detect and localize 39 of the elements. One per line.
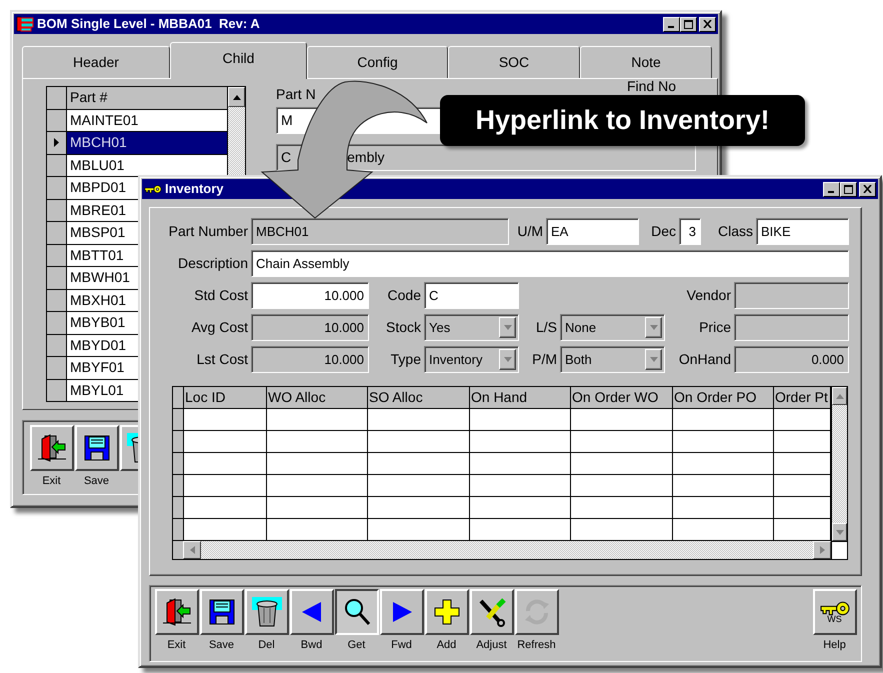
field-text: embly <box>347 148 384 166</box>
button-caption: Exit <box>167 639 186 652</box>
button-caption: Adjust <box>476 639 507 652</box>
button-caption: Help <box>823 639 846 652</box>
window-title: Inventory <box>165 181 224 197</box>
window-title: BOM Single Level - MBBA01 Rev: A <box>37 16 260 32</box>
field-label: Code <box>386 287 421 304</box>
button-caption: Add <box>436 639 456 652</box>
button-caption: Get <box>348 639 366 652</box>
button-caption: Save <box>208 639 234 652</box>
field-label: Stock <box>384 319 421 336</box>
field-label: Dec <box>650 223 676 240</box>
field-label: Price <box>698 319 731 336</box>
callout-banner: Hyperlink to Inventory! <box>440 95 805 146</box>
field-label: P/M <box>531 351 557 368</box>
field-label: Find No <box>626 78 676 96</box>
field-label: L/S <box>534 319 557 336</box>
button-caption: Save <box>84 475 110 488</box>
button-caption: Refresh <box>517 639 556 652</box>
field-label: Part N <box>276 86 316 103</box>
field-text: None <box>565 320 596 336</box>
field-label: Type <box>390 351 421 368</box>
button-caption: Bwd <box>300 639 322 652</box>
field-text: Inventory <box>429 352 482 368</box>
field-text: Both <box>565 352 592 368</box>
button-caption: Fwd <box>391 639 412 652</box>
field-label: Class <box>716 223 753 240</box>
button-caption: Del <box>258 639 275 652</box>
field-text: Yes <box>429 320 450 336</box>
field-label: Vendor <box>686 287 731 304</box>
field-label: U/M <box>516 223 543 240</box>
field-label: Avg Cost <box>190 319 248 336</box>
field-label: OnHand <box>678 351 731 368</box>
field-label: Part Number <box>168 223 248 240</box>
field-label: Lst Cost <box>196 351 248 368</box>
field-label: Description <box>176 255 248 272</box>
field-text: C <box>281 148 292 166</box>
field-label: Std Cost <box>193 287 248 304</box>
button-caption: Exit <box>42 475 61 488</box>
